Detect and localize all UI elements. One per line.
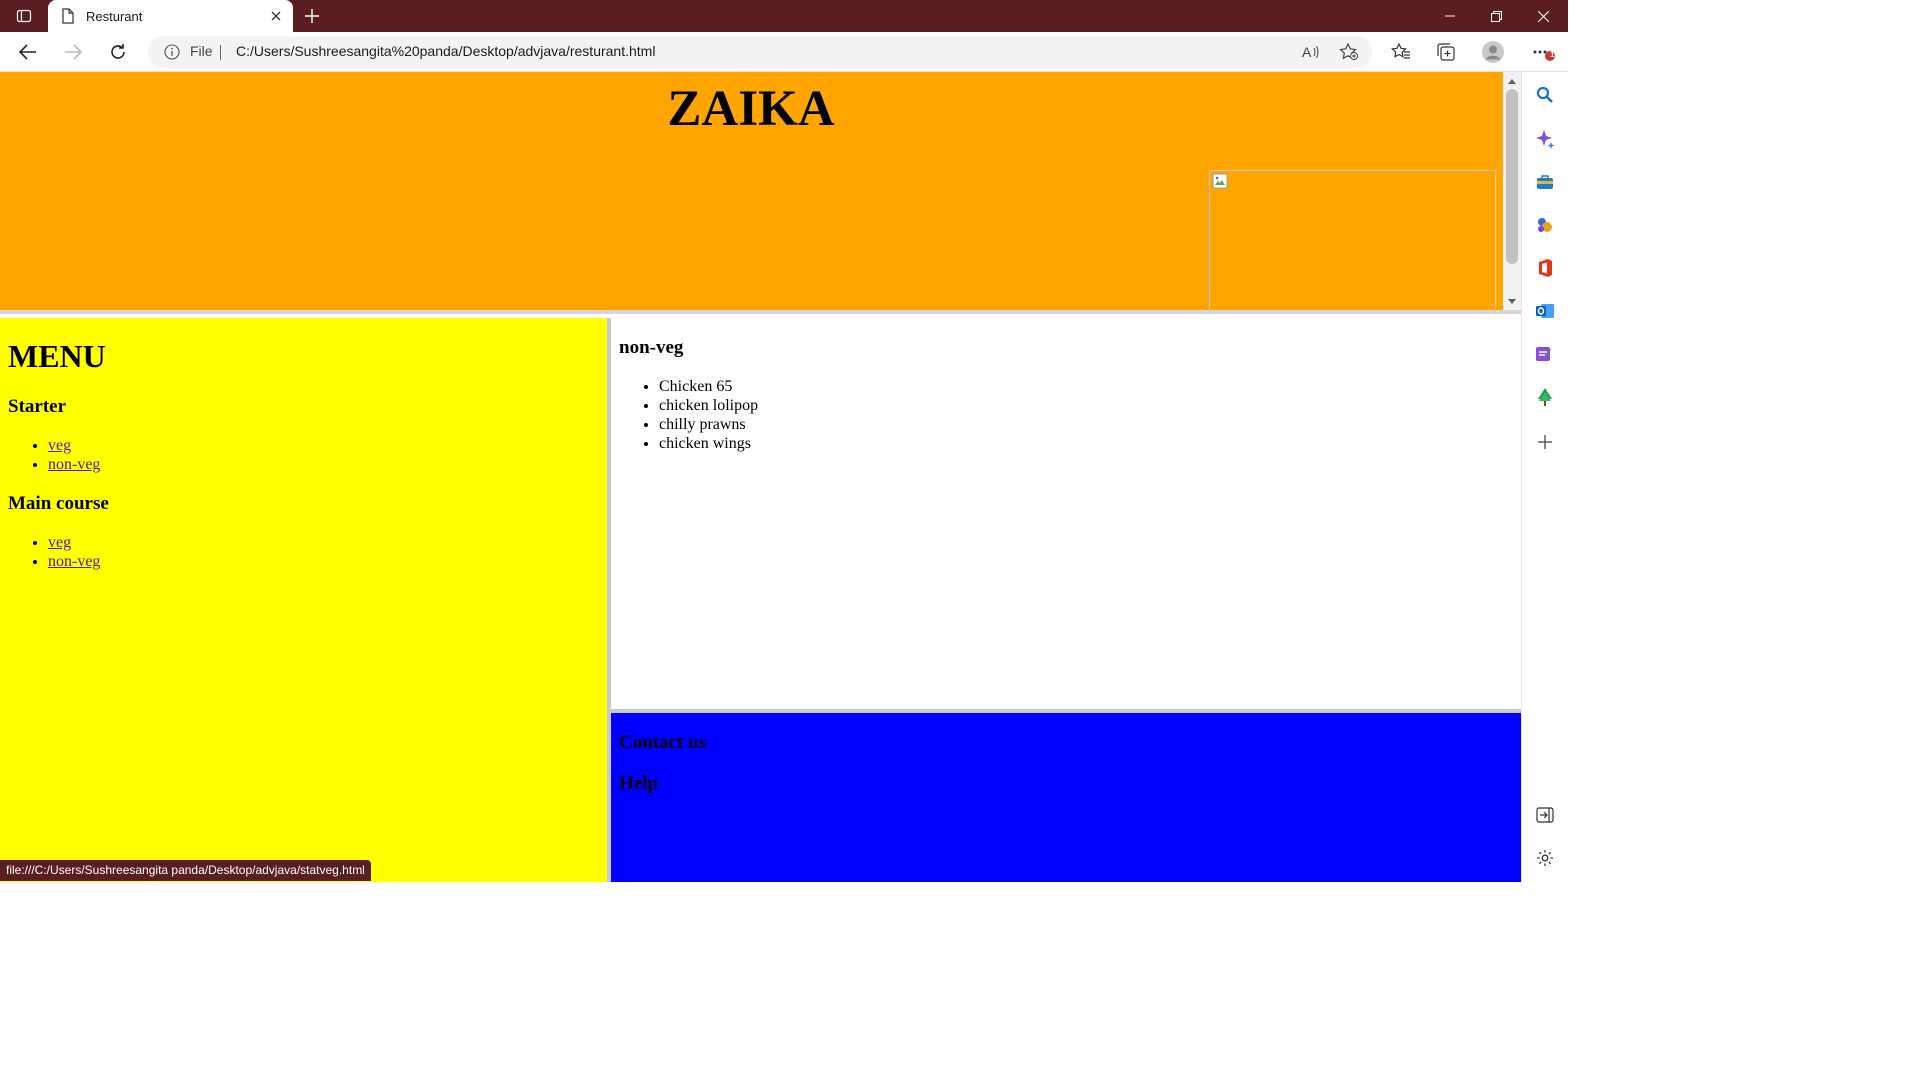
notification-badge: 1 xyxy=(1550,50,1555,59)
back-icon[interactable] xyxy=(13,38,43,66)
starter-non-veg-link[interactable]: non-veg xyxy=(48,456,100,473)
address-url[interactable]: C:/Users/Sushreesangita%20panda/Desktop/… xyxy=(236,43,655,59)
main-course-links: veg non-veg xyxy=(8,533,599,571)
restore-icon[interactable] xyxy=(1473,0,1519,32)
menu-heading: MENU xyxy=(8,338,106,374)
tree-icon[interactable] xyxy=(1533,385,1557,409)
footer-frame: Contact us Help xyxy=(611,713,1521,882)
main-course-veg-link[interactable]: veg xyxy=(48,534,71,551)
title-bar: Resturant xyxy=(0,0,1568,32)
list-item: chilly prawns xyxy=(659,415,1513,434)
tab-title: Resturant xyxy=(86,8,143,24)
designer-icon[interactable] xyxy=(1533,342,1557,366)
close-tab-icon[interactable] xyxy=(267,7,285,25)
header-frame-scrollbar[interactable] xyxy=(1503,72,1521,310)
collections-icon[interactable] xyxy=(1431,38,1461,66)
site-info-icon[interactable] xyxy=(164,44,180,60)
page-viewport: ZAIKA MENU Starter veg non-veg Main cour… xyxy=(0,72,1521,882)
close-window-icon[interactable] xyxy=(1520,0,1566,32)
read-aloud-icon[interactable]: A xyxy=(1300,42,1322,62)
active-tab[interactable]: Resturant xyxy=(48,0,293,32)
edge-sidebar xyxy=(1521,72,1568,882)
add-favorite-icon[interactable] xyxy=(1338,42,1360,62)
site-title: ZAIKA xyxy=(667,81,835,137)
refresh-icon[interactable] xyxy=(103,38,133,66)
broken-image-icon xyxy=(1212,173,1228,189)
forward-icon xyxy=(58,38,88,66)
outlook-icon[interactable] xyxy=(1533,299,1557,323)
minimize-icon[interactable] xyxy=(1427,0,1473,32)
add-icon[interactable] xyxy=(1533,430,1557,454)
address-separator xyxy=(220,45,221,60)
hide-sidebar-icon[interactable] xyxy=(1533,803,1557,827)
list-item: Chicken 65 xyxy=(659,377,1513,396)
menu-frame: MENU Starter veg non-veg Main course veg… xyxy=(0,318,607,882)
scroll-down-arrow[interactable] xyxy=(1508,299,1516,304)
scrollbar-thumb[interactable] xyxy=(1506,89,1518,264)
content-frame: non-veg Chicken 65 chicken lolipop chill… xyxy=(611,318,1521,709)
starter-veg-link[interactable]: veg xyxy=(48,437,71,454)
document-icon xyxy=(61,8,75,24)
list-item: non-veg xyxy=(48,455,599,474)
list-item: chicken wings xyxy=(659,434,1513,453)
profile-icon[interactable] xyxy=(1478,38,1508,66)
search-icon[interactable] xyxy=(1533,83,1557,107)
copilot-icon[interactable] xyxy=(1533,127,1557,151)
more-icon[interactable]: 1 xyxy=(1527,38,1563,66)
scroll-up-arrow[interactable] xyxy=(1508,79,1516,84)
dish-list: Chicken 65 chicken lolipop chilly prawns… xyxy=(619,377,1513,453)
starter-links: veg non-veg xyxy=(8,436,599,474)
favorites-icon[interactable] xyxy=(1386,38,1416,66)
status-bar-url: file:///C:/Users/Sushreesangita panda/De… xyxy=(0,860,371,881)
broken-image xyxy=(1209,170,1496,314)
help-heading: Help xyxy=(619,773,659,794)
games-icon[interactable] xyxy=(1533,213,1557,237)
tab-actions-icon[interactable] xyxy=(10,4,38,28)
address-scheme-label: File xyxy=(190,43,213,59)
address-bar[interactable]: File C:/Users/Sushreesangita%20panda/Des… xyxy=(148,36,1372,68)
main-course-non-veg-link[interactable]: non-veg xyxy=(48,553,100,570)
list-item: non-veg xyxy=(48,552,599,571)
list-item: veg xyxy=(48,436,599,455)
shopping-icon[interactable] xyxy=(1533,170,1557,194)
new-tab-icon[interactable] xyxy=(300,4,324,28)
list-item: veg xyxy=(48,533,599,552)
content-heading: non-veg xyxy=(619,337,684,358)
svg-text:A: A xyxy=(1302,44,1312,60)
contact-us-heading: Contact us xyxy=(619,732,707,753)
section-heading-main-course: Main course xyxy=(8,493,109,514)
browser-toolbar: File C:/Users/Sushreesangita%20panda/Des… xyxy=(0,32,1568,72)
list-item: chicken lolipop xyxy=(659,396,1513,415)
header-frame: ZAIKA xyxy=(0,72,1521,314)
section-heading-starter: Starter xyxy=(8,396,67,417)
settings-icon[interactable] xyxy=(1533,846,1557,870)
office-icon[interactable] xyxy=(1533,256,1557,280)
